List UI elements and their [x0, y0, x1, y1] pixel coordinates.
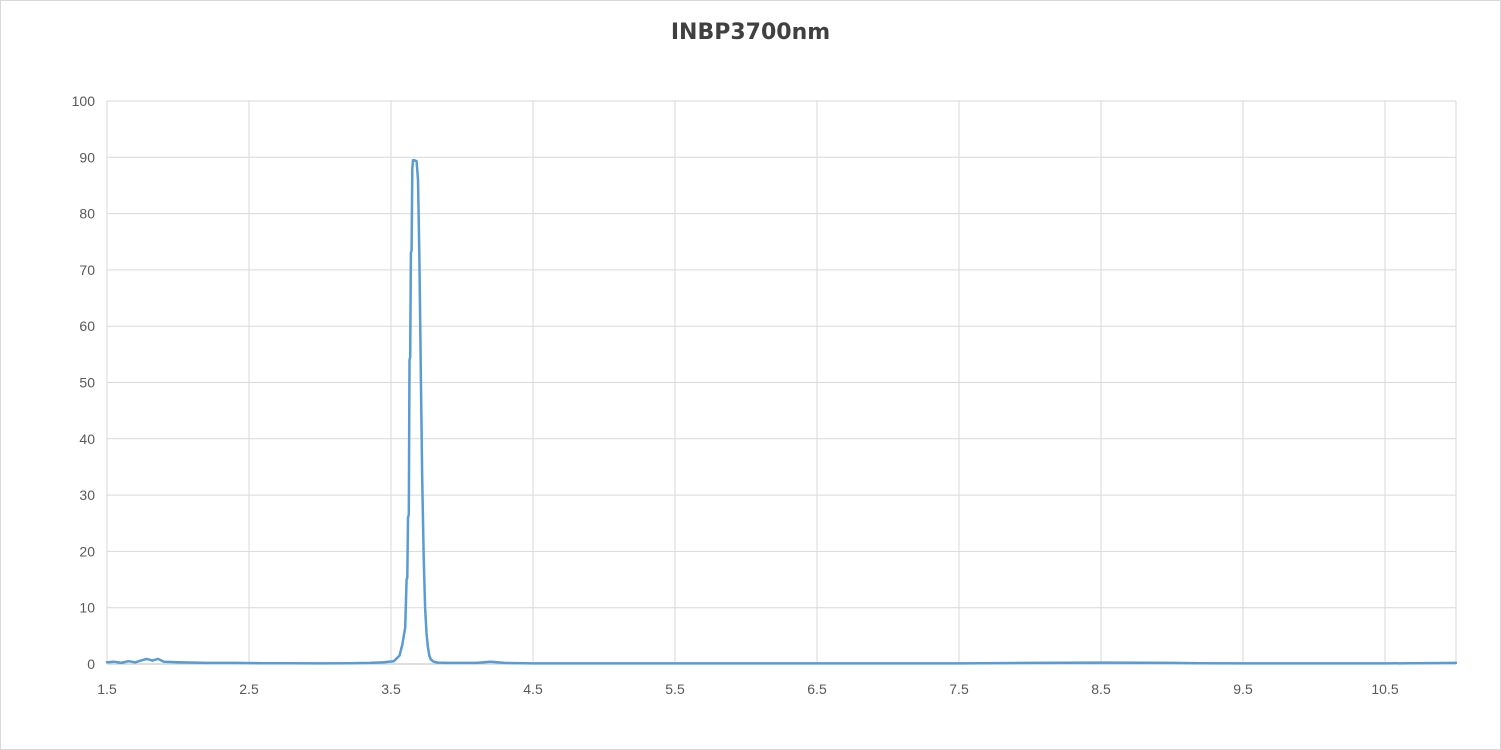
series-line — [105, 158, 1458, 665]
y-tick-label: 10 — [79, 600, 95, 616]
y-tick-label: 80 — [79, 206, 95, 222]
x-tick-label: 10.5 — [1371, 681, 1398, 697]
y-tick-label: 0 — [87, 656, 95, 672]
x-tick-label: 4.5 — [523, 681, 543, 697]
grid-lines — [107, 100, 1457, 664]
x-tick-label: 7.5 — [949, 681, 969, 697]
y-tick-label: 70 — [79, 262, 95, 278]
x-tick-label: 2.5 — [239, 681, 259, 697]
x-axis-ticks: 1.5 2.5 3.5 4.5 5.5 6.5 7.5 8.5 9.5 10.5 — [97, 681, 1399, 697]
x-tick-label: 1.5 — [97, 681, 117, 697]
x-tick-label: 8.5 — [1091, 681, 1111, 697]
y-tick-label: 20 — [79, 543, 95, 559]
y-tick-label: 60 — [79, 318, 95, 334]
y-axis-ticks: 0 10 20 30 40 50 60 70 80 90 100 — [72, 93, 96, 672]
line-chart: 1.5 2.5 3.5 4.5 5.5 6.5 7.5 8.5 9.5 10.5 0 10 20 30 4… — [72, 93, 1458, 697]
y-tick-label: 100 — [72, 93, 96, 109]
series-group — [105, 158, 1458, 665]
x-tick-label: 9.5 — [1233, 681, 1253, 697]
x-tick-label: 3.5 — [381, 681, 401, 697]
y-tick-label: 40 — [79, 431, 95, 447]
x-tick-label: 6.5 — [807, 681, 827, 697]
y-tick-label: 90 — [79, 149, 95, 165]
y-tick-label: 50 — [79, 375, 95, 391]
y-tick-label: 30 — [79, 487, 95, 503]
x-tick-label: 5.5 — [665, 681, 685, 697]
